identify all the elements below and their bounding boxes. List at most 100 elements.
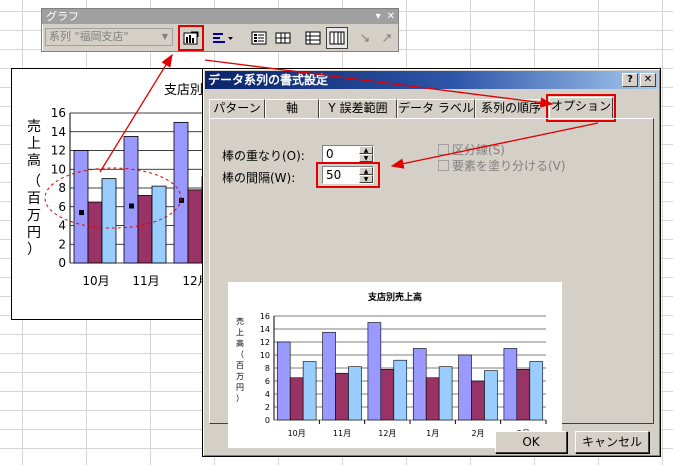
format-data-series-button[interactable] bbox=[178, 25, 204, 51]
toolbar-options-icon[interactable]: ▾ bbox=[376, 11, 381, 22]
legend-icon bbox=[251, 31, 267, 45]
series-lines-checkbox[interactable]: 区分線(S) bbox=[438, 141, 505, 158]
help-button[interactable]: ? bbox=[622, 73, 638, 87]
preview-bar bbox=[438, 366, 453, 421]
data-table-button[interactable] bbox=[272, 27, 294, 49]
tab-series-order[interactable]: 系列の順序 bbox=[475, 99, 547, 118]
format-data-series-dialog: データ系列の書式設定 ? ✕ パターン 軸 Y 誤差範囲 データ ラベル 系列の… bbox=[202, 68, 661, 457]
ok-button[interactable]: OK bbox=[495, 431, 567, 453]
close-button[interactable]: ✕ bbox=[640, 73, 656, 87]
preview-ytick: 4 bbox=[265, 390, 270, 399]
preview-xtick: 12月 bbox=[378, 429, 396, 438]
bg-ytick: 0 bbox=[58, 256, 66, 270]
data-table-icon bbox=[275, 32, 291, 44]
bg-ytick: 4 bbox=[58, 219, 66, 233]
preview-bar bbox=[412, 348, 427, 421]
by-column-button[interactable] bbox=[326, 27, 348, 49]
overlap-value: 0 bbox=[326, 147, 334, 161]
chart-type-icon bbox=[213, 33, 233, 43]
preview-ytick: 14 bbox=[260, 325, 270, 334]
selection-handle bbox=[129, 203, 134, 209]
angle-text-down-icon: ↘ bbox=[359, 30, 371, 46]
dropdown-arrow-icon: ▼ bbox=[161, 32, 169, 41]
by-row-button[interactable] bbox=[302, 27, 324, 49]
bg-ytick: 12 bbox=[51, 144, 66, 158]
angle-text-down-button[interactable]: ↘ bbox=[354, 27, 376, 49]
cancel-button[interactable]: キャンセル bbox=[575, 431, 649, 453]
format-data-series-icon bbox=[183, 31, 199, 45]
dialog-title: データ系列の書式設定 bbox=[208, 73, 329, 87]
preview-xtick: 10月 bbox=[288, 429, 306, 438]
preview-ylabel-char: ） bbox=[236, 394, 244, 403]
preview-ytick: 2 bbox=[265, 403, 270, 412]
spin-down-icon[interactable]: ▼ bbox=[359, 154, 373, 162]
preview-ylabel-char: 高 bbox=[236, 338, 244, 348]
gap-width-value: 50 bbox=[326, 168, 342, 182]
tab-patterns[interactable]: パターン bbox=[209, 99, 265, 118]
preview-ytick: 12 bbox=[260, 338, 270, 347]
checkbox-icon bbox=[438, 144, 449, 155]
tab-y-error-bars[interactable]: Y 誤差範囲 bbox=[319, 99, 397, 118]
legend-button[interactable] bbox=[248, 27, 270, 49]
preview-bar bbox=[503, 348, 518, 421]
vary-colors-label: 要素を塗り分ける(V) bbox=[452, 159, 566, 173]
preview-ytick: 6 bbox=[265, 377, 270, 386]
spin-up-icon[interactable]: ▲ bbox=[359, 146, 373, 154]
overlap-spinner[interactable]: 0 ▲ ▼ bbox=[322, 145, 374, 163]
angle-text-up-button[interactable]: ↗ bbox=[376, 27, 398, 49]
preview-ytick: 16 bbox=[260, 312, 270, 321]
preview-bar bbox=[516, 369, 531, 421]
chart-type-button[interactable] bbox=[208, 27, 238, 49]
bg-bar bbox=[151, 185, 167, 264]
preview-ylabel-char: 上 bbox=[236, 328, 244, 337]
gap-width-spinner[interactable]: 50 ▲ ▼ bbox=[322, 166, 374, 184]
bg-bar bbox=[137, 195, 153, 264]
tab-axis[interactable]: 軸 bbox=[265, 99, 319, 118]
preview-ytick: 10 bbox=[260, 351, 270, 360]
bg-ytick: 6 bbox=[58, 200, 66, 214]
bg-ytick: 8 bbox=[58, 181, 66, 195]
bg-ytick: 14 bbox=[51, 125, 66, 139]
spin-down-icon[interactable]: ▼ bbox=[359, 175, 373, 183]
toolbar-close-icon[interactable]: ✕ bbox=[387, 11, 395, 22]
preview-bar bbox=[529, 361, 544, 421]
preview-bar bbox=[484, 370, 498, 421]
preview-ylabel-char: （ bbox=[236, 350, 244, 359]
bg-bar bbox=[123, 136, 139, 264]
preview-xtick: 1月 bbox=[426, 429, 439, 438]
preview-ytick: 8 bbox=[265, 364, 270, 373]
by-column-icon bbox=[329, 31, 345, 45]
dialog-titlebar[interactable]: データ系列の書式設定 ? ✕ bbox=[205, 71, 658, 89]
preview-bar bbox=[322, 331, 336, 421]
preview-bar bbox=[380, 369, 395, 421]
preview-xtick: 2月 bbox=[471, 429, 484, 438]
preview-ytick: 0 bbox=[265, 416, 270, 425]
preview-bar bbox=[335, 372, 349, 421]
bg-ytick: 10 bbox=[51, 162, 66, 176]
spin-up-icon[interactable]: ▲ bbox=[359, 167, 373, 175]
toolbar-titlebar[interactable]: グラフ ▾ ✕ bbox=[42, 9, 398, 24]
preview-bar bbox=[458, 354, 472, 421]
selection-handle bbox=[179, 197, 184, 203]
preview-bar bbox=[393, 359, 408, 421]
preview-ylabel-char: 万 bbox=[236, 372, 244, 381]
chart-preview: 支店別売上高売上高 （ 百万円 ） 0 2 4 6 8 10 12 14 16 10月 11月 12月 1月 2月… bbox=[228, 282, 562, 448]
preview-bar bbox=[471, 380, 485, 421]
bg-ytick: 2 bbox=[58, 237, 66, 251]
tab-options[interactable]: オプション bbox=[546, 94, 616, 122]
preview-ylabel-char: 百 bbox=[236, 361, 244, 370]
series-lines-label: 区分線(S) bbox=[452, 143, 505, 157]
preview-xtick: 11月 bbox=[333, 429, 351, 438]
overlap-label: 棒の重なり(O): bbox=[222, 149, 305, 163]
preview-bar bbox=[276, 341, 291, 421]
preview-bar bbox=[367, 322, 382, 421]
vary-colors-checkbox[interactable]: 要素を塗り分ける(V) bbox=[438, 157, 566, 174]
angle-text-up-icon: ↗ bbox=[381, 30, 393, 46]
chart-objects-select[interactable]: 系列 "福岡支店" ▼ bbox=[45, 28, 173, 46]
bg-bar bbox=[73, 150, 89, 264]
chart-objects-value: 系列 "福岡支店" bbox=[49, 30, 129, 43]
tab-data-labels[interactable]: データ ラベル bbox=[397, 99, 475, 118]
options-panel: 棒の重なり(O): 0 ▲ ▼ 棒の間隔(W): 50 ▲ ▼ 区分線(S) 要素を… bbox=[209, 118, 654, 448]
bg-bar bbox=[187, 189, 203, 264]
chart-toolbar: グラフ ▾ ✕ 系列 "福岡支店" ▼ ↘ ↗ bbox=[41, 8, 399, 52]
